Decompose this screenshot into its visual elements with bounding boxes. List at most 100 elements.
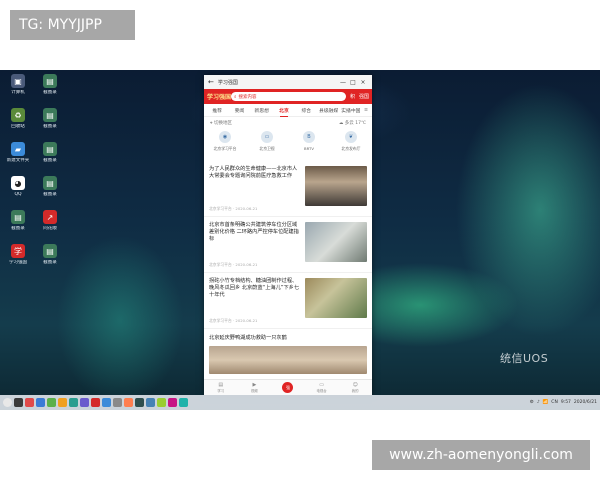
desktop-icon[interactable]: ▰ 新建文件夹 — [4, 142, 32, 164]
weather: ☁ 多云 17℃ — [338, 121, 366, 126]
menu-icon[interactable]: ≡ — [362, 108, 370, 113]
desktop-icon[interactable]: 学学习强国 — [4, 244, 32, 266]
taskbar: ⚙ ♪ 📶 CN 9:57 2020/6/21 — [0, 395, 600, 410]
desktop-icon-label: 学习强国 — [9, 260, 27, 265]
taskbar-app-icon[interactable] — [58, 398, 67, 407]
desktop-icon[interactable]: ♻ 回收站 — [4, 108, 32, 130]
channel-item[interactable]: ▭ 北京卫视 — [249, 131, 285, 159]
bottom-nav-label: 视频 — [251, 389, 258, 393]
window-titlebar[interactable]: ← 学习强国 — □ × — [204, 75, 372, 89]
system-tray: ⚙ ♪ 📶 CN — [527, 400, 558, 405]
desktop-icon[interactable]: ◕ QQ — [4, 176, 32, 198]
bottom-navigation: ▤ 学习 ▶ 视频 强 ▭ 电视台 ☺ 我的 — [204, 379, 372, 395]
desktop-icon-label: 截图录 — [43, 260, 57, 265]
image-file-icon: ▤ — [43, 142, 57, 156]
channel-item[interactable]: ◉ 北京学习平台 — [207, 131, 243, 159]
channel-label: 北京学习平台 — [213, 146, 237, 151]
bottom-nav-video[interactable]: ▶ 视频 — [240, 382, 268, 393]
tab-5[interactable]: 县级融媒 — [317, 107, 339, 114]
desktop-icon-grid: ▣ 计算机 ▤ 截图录 ♻ 回收站 ▤ 截图录 ▰ 新建文件夹 ▤ 截图录 ◕ QQ ▤ 截图录 ▤ 截图录 ↗ 同花… — [0, 70, 60, 400]
desktop-icon[interactable]: ▤ 截图录 — [36, 142, 64, 164]
desktop-icon[interactable]: ▤ 截图录 — [36, 108, 64, 130]
window-title: 学习强国 — [217, 79, 238, 86]
date: 2020/6/21 — [573, 400, 597, 405]
xuexi-app-icon: 学 — [11, 244, 25, 258]
tab-6[interactable]: 实播中国 — [340, 107, 362, 114]
close-button[interactable]: × — [358, 79, 368, 86]
stock-app-icon: ↗ — [43, 210, 57, 224]
leaf-icon: ❦ — [345, 131, 357, 143]
bottom-nav-book[interactable]: ▤ 学习 — [207, 382, 235, 393]
desktop-icon-label: 截图录 — [43, 192, 57, 197]
clock[interactable]: 9:57 — [561, 400, 571, 405]
tray-icon[interactable]: 📶 — [543, 400, 549, 405]
app-logo: 学习强国 — [207, 94, 232, 101]
desktop-icon[interactable]: ↗ 同花顺 — [36, 210, 64, 232]
tray-icon[interactable]: ⚙ — [530, 400, 534, 405]
article-item[interactable]: 北京市首条明确公共建筑停车位分区域差别化价格 二环路内严控停车位配建指标北京学习… — [204, 217, 372, 273]
channel-label: 北京发布厅 — [341, 146, 361, 151]
desktop-icon[interactable]: ▣ 计算机 — [4, 74, 32, 96]
desktop-icon-label: 回收站 — [11, 124, 25, 129]
desktop-icon[interactable]: ▤ 截图录 — [36, 244, 64, 266]
bottom-nav-label: 我的 — [351, 389, 359, 393]
desktop-icon[interactable]: ▤ 截图录 — [36, 74, 64, 96]
article-item[interactable]: 为了人民群众的生命健康——北京市人大常委会专题询问院前医疗急救工作 北京学习平台 … — [204, 161, 372, 217]
taskbar-app-icon[interactable] — [157, 398, 166, 407]
taskbar-app-icon[interactable] — [47, 398, 56, 407]
tab-4[interactable]: 综合 — [295, 107, 317, 114]
tab-2[interactable]: 新思想 — [251, 107, 273, 114]
search-icon: ⌕ — [234, 94, 237, 100]
taskbar-app-icon[interactable] — [179, 398, 188, 407]
computer-icon: ▣ — [11, 74, 25, 88]
tray-icon[interactable]: CN — [551, 400, 558, 405]
tray-icon[interactable]: ♪ — [537, 400, 540, 405]
desktop-icon-label: 截图录 — [43, 90, 57, 95]
image-file-icon: ▤ — [43, 74, 57, 88]
taskbar-app-icon[interactable] — [80, 398, 89, 407]
minimize-button[interactable]: — — [338, 79, 348, 86]
taskbar-app-icon[interactable] — [25, 398, 34, 407]
taskbar-app-icon[interactable] — [69, 398, 78, 407]
desktop-icon[interactable]: ▤ 截图录 — [36, 176, 64, 198]
wide-article[interactable]: 北京延庆野鸭湖成功救助一只灰鹤 — [204, 329, 372, 379]
tab-3[interactable]: 北京 — [273, 107, 295, 117]
desktop-icon-label: 截图录 — [11, 226, 25, 231]
bottom-nav-tv[interactable]: ▭ 电视台 — [308, 382, 336, 393]
desktop-icon[interactable]: ▤ 截图录 — [4, 210, 32, 232]
brtv-icon: B — [303, 131, 315, 143]
launcher-icon[interactable] — [3, 398, 12, 407]
points-icon[interactable]: 积 — [350, 93, 355, 100]
tab-1[interactable]: 要闻 — [228, 107, 250, 114]
bottom-nav-user[interactable]: ☺ 我的 — [341, 382, 369, 393]
article-text: 北京市首条明确公共建筑停车位分区域差别化价格 二环路内严控停车位配建指标北京学习… — [209, 222, 305, 268]
info-bar: ⌖ 切换地区 ☁ 多云 17℃ — [204, 117, 372, 129]
article-title: 北京市首条明确公共建筑停车位分区域差别化价格 二环路内严控停车位配建指标 — [209, 222, 299, 242]
taskbar-app-icon[interactable] — [14, 398, 23, 407]
article-item[interactable]: 拐砣小竹专档结构、糖油团制作过程、晚风冬瓜回乡 北京蔚蓝“上海儿”下乡七十年代北… — [204, 273, 372, 329]
app-window[interactable]: ← 学习强国 — □ × 学习强国 ⌕ 搜索内容 积 强国 推荐 要闻 新思想 北京综… — [204, 75, 372, 395]
desktop-icon-label: 截图录 — [43, 158, 57, 163]
article-text: 为了人民群众的生命健康——北京市人大常委会专题询问院前医疗急救工作 北京学习平台 … — [209, 166, 305, 212]
bottom-nav-center[interactable]: 强 — [274, 382, 302, 393]
qiangguo-button[interactable]: 强国 — [359, 93, 369, 100]
article-meta: 北京学习平台 · 2020-06-21 — [209, 318, 258, 323]
channel-item[interactable]: ❦ 北京发布厅 — [333, 131, 369, 159]
article-meta: 北京学习平台 · 2020-06-21 — [209, 262, 258, 267]
taskbar-app-icon[interactable] — [124, 398, 133, 407]
tab-0[interactable]: 推荐 — [206, 107, 228, 114]
taskbar-app-icon[interactable] — [36, 398, 45, 407]
taskbar-app-icon[interactable] — [113, 398, 122, 407]
image-file-icon: ▤ — [43, 176, 57, 190]
taskbar-app-icon[interactable] — [146, 398, 155, 407]
taskbar-app-icon[interactable] — [168, 398, 177, 407]
channel-item[interactable]: B BRTV — [291, 131, 327, 159]
taskbar-app-icon[interactable] — [135, 398, 144, 407]
taskbar-app-icon[interactable] — [91, 398, 100, 407]
desktop: ▣ 计算机 ▤ 截图录 ♻ 回收站 ▤ 截图录 ▰ 新建文件夹 ▤ 截图录 ◕ QQ ▤ 截图录 ▤ 截图录 ↗ 同花… — [0, 70, 600, 410]
search-input[interactable]: ⌕ 搜索内容 — [231, 92, 346, 101]
taskbar-app-icon[interactable] — [102, 398, 111, 407]
maximize-button[interactable]: □ — [348, 79, 358, 86]
back-arrow-icon[interactable]: ← — [208, 78, 214, 86]
location-switch[interactable]: ⌖ 切换地区 — [210, 120, 232, 126]
